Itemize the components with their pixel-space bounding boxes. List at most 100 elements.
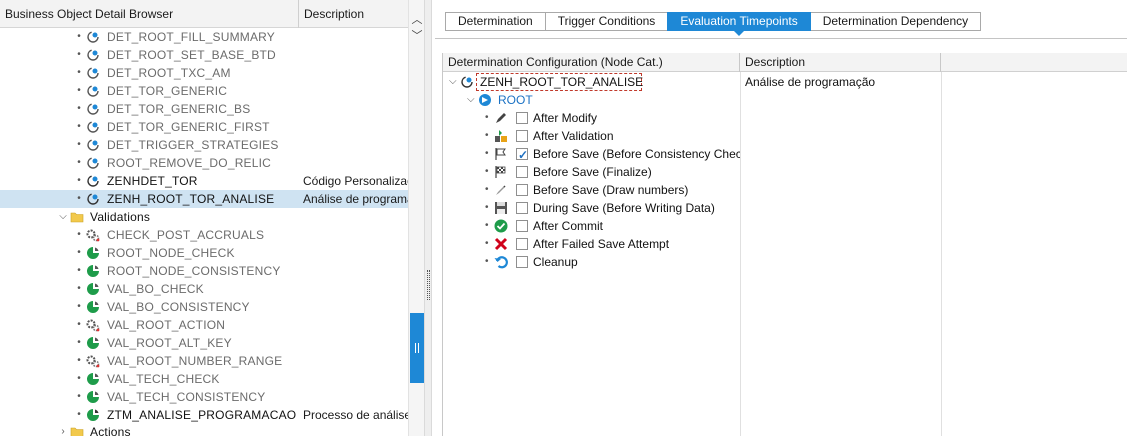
timepoint-checkbox[interactable] — [516, 112, 528, 124]
timepoint-row[interactable]: • Before Save (Finalize) — [443, 163, 740, 181]
grid-header-description[interactable]: Description — [740, 53, 941, 72]
grid-row-determination[interactable]: ⌵ ZENH_ROOT_TOR_ANALISE Análise de progr… — [443, 73, 1127, 91]
tree-item-label: ROOT_NODE_CONSISTENCY — [107, 264, 281, 278]
tree-item-label: DET_ROOT_SET_BASE_BTD — [107, 48, 276, 62]
timepoint-checkbox-checked[interactable]: ✓ — [516, 148, 528, 162]
timepoint-row[interactable]: • During Save (Before Writing Data) — [443, 199, 740, 217]
tree-item[interactable]: • DET_TOR_GENERIC_BS — [0, 100, 408, 118]
validation-icon — [87, 391, 99, 403]
timepoint-checkbox[interactable] — [516, 256, 528, 268]
tree-folder-validations[interactable]: ⌵ Validations — [0, 208, 408, 226]
browser-header: Business Object Detail Browser Descripti… — [0, 0, 408, 28]
tree-item[interactable]: • ROOT_NODE_CHECK — [0, 244, 408, 262]
timepoint-checkbox[interactable] — [516, 238, 528, 250]
save-icon — [495, 202, 507, 214]
determination-description: Análise de programação — [745, 75, 876, 89]
timepoint-label: After Validation — [533, 129, 614, 143]
tree-item[interactable]: • ROOT_REMOVE_DO_RELIC — [0, 154, 408, 172]
tree-item[interactable]: • CHECK_POST_ACCRUALS — [0, 226, 408, 244]
timepoint-checkbox[interactable] — [516, 184, 528, 196]
grid-header-configuration[interactable]: Determination Configuration (Node Cat.) — [443, 53, 740, 72]
timepoint-row[interactable]: • Before Save (Draw numbers) — [443, 181, 740, 199]
red-x-icon — [494, 237, 508, 251]
tree-item-selected[interactable]: • ZENH_ROOT_TOR_ANALISE Análise de progr… — [0, 190, 408, 208]
determination-icon — [87, 121, 99, 133]
tree-item-label: VAL_ROOT_NUMBER_RANGE — [107, 354, 283, 368]
tree-item-label: ROOT_REMOVE_DO_RELIC — [107, 156, 272, 170]
pane-splitter[interactable] — [424, 0, 432, 436]
tree-item-label: VAL_BO_CONSISTENCY — [107, 300, 250, 314]
validation-icon — [87, 409, 99, 421]
grid-row-node[interactable]: ⌵ ROOT — [443, 91, 740, 109]
chevron-down-icon[interactable]: ⌵ — [449, 73, 457, 91]
determination-icon — [87, 175, 99, 187]
gears-icon — [86, 355, 100, 368]
chevron-down-icon[interactable]: ⌵ — [467, 91, 475, 109]
tree-item[interactable]: • DET_ROOT_SET_BASE_BTD — [0, 46, 408, 64]
tree-item[interactable]: • DET_TOR_GENERIC — [0, 82, 408, 100]
tree-item-desc: Código Personalizado — [303, 174, 408, 188]
splitter-grip-icon[interactable] — [427, 270, 430, 300]
tab-trigger-conditions[interactable]: Trigger Conditions — [544, 12, 669, 31]
timepoint-label: Before Save (Finalize) — [533, 165, 652, 179]
tree-item-desc: Processo de análise — [303, 408, 408, 422]
tree-item[interactable]: • VAL_TECH_CHECK — [0, 370, 408, 388]
determination-icon — [87, 139, 99, 151]
scroll-down-icon[interactable]: ﹀ — [409, 28, 425, 44]
browser-header-name[interactable]: Business Object Detail Browser — [0, 0, 299, 28]
tree-item[interactable]: • VAL_ROOT_ACTION — [0, 316, 408, 334]
determination-icon — [87, 193, 99, 205]
tab-determination-dependency[interactable]: Determination Dependency — [809, 12, 982, 31]
timepoint-checkbox[interactable] — [516, 220, 528, 232]
tree-item[interactable]: • DET_ROOT_FILL_SUMMARY — [0, 28, 408, 46]
validation-icon — [87, 283, 99, 295]
tree-item[interactable]: • DET_ROOT_TXC_AM — [0, 64, 408, 82]
browser-header-description[interactable]: Description — [299, 0, 408, 28]
gears-icon — [86, 319, 100, 332]
tree-item[interactable]: • VAL_BO_CONSISTENCY — [0, 298, 408, 316]
browser-tree: • DET_ROOT_FILL_SUMMARY • DET_ROOT_SET_B… — [0, 28, 408, 436]
tree-item-label: DET_TOR_GENERIC_FIRST — [107, 120, 270, 134]
tab-divider — [435, 38, 1127, 39]
tree-item[interactable]: • ZTM_ANALISE_PROGRAMACAO Processo de an… — [0, 406, 408, 424]
chevron-right-icon[interactable]: › — [57, 423, 69, 436]
tree-item[interactable]: • ZENHDET_TOR Código Personalizado — [0, 172, 408, 190]
tab-evaluation-timepoints[interactable]: Evaluation Timepoints — [667, 12, 811, 36]
timepoint-label: Before Save (Before Consistency Check) — [533, 147, 740, 161]
tree-item[interactable]: • VAL_TECH_CONSISTENCY — [0, 388, 408, 406]
tree-item-label: DET_ROOT_TXC_AM — [107, 66, 231, 80]
tree-item-label: VAL_TECH_CHECK — [107, 372, 220, 386]
timepoint-label: After Modify — [533, 111, 598, 125]
tree-item-label: ZTM_ANALISE_PROGRAMACAO — [107, 408, 297, 422]
tree-item-label: VAL_ROOT_ACTION — [107, 318, 226, 332]
timepoint-checkbox[interactable] — [516, 202, 528, 214]
tree-item-desc: Análise de programação — [303, 192, 408, 206]
tree-item[interactable]: • VAL_ROOT_NUMBER_RANGE — [0, 352, 408, 370]
timepoint-checkbox[interactable] — [516, 166, 528, 178]
column-divider — [740, 72, 741, 436]
tree-item-label: ROOT_NODE_CHECK — [107, 246, 235, 260]
timepoint-row[interactable]: • Cleanup — [443, 253, 740, 271]
tree-item[interactable]: • DET_TOR_GENERIC_FIRST — [0, 118, 408, 136]
tab-determination[interactable]: Determination — [445, 12, 546, 31]
timepoint-row[interactable]: • After Modify — [443, 109, 740, 127]
chevron-down-icon[interactable]: ⌵ — [57, 208, 69, 226]
timepoint-row[interactable]: • After Failed Save Attempt — [443, 235, 740, 253]
scrollbar-thumb[interactable] — [410, 313, 424, 383]
timepoint-checkbox[interactable] — [516, 130, 528, 142]
tree-item[interactable]: • DET_TRIGGER_STRATEGIES — [0, 136, 408, 154]
timepoint-row[interactable]: • ✓ Before Save (Before Consistency Chec… — [443, 145, 740, 163]
determination-label: ZENH_ROOT_TOR_ANALISE — [480, 75, 644, 89]
flag-icon — [495, 148, 506, 160]
scroll-up-icon[interactable]: ︿ — [409, 12, 425, 28]
timepoint-row[interactable]: • After Validation — [443, 127, 740, 145]
browser-vertical-scrollbar[interactable]: ︿ ﹀ — [408, 0, 424, 436]
tree-item[interactable]: • ROOT_NODE_CONSISTENCY — [0, 262, 408, 280]
validation-icon — [87, 301, 99, 313]
node-icon — [479, 94, 491, 106]
tree-item[interactable]: • VAL_ROOT_ALT_KEY — [0, 334, 408, 352]
timepoint-row[interactable]: • After Commit — [443, 217, 740, 235]
tree-item[interactable]: • VAL_BO_CHECK — [0, 280, 408, 298]
determination-icon — [87, 31, 99, 43]
tree-folder-actions[interactable]: › Actions — [0, 423, 408, 436]
